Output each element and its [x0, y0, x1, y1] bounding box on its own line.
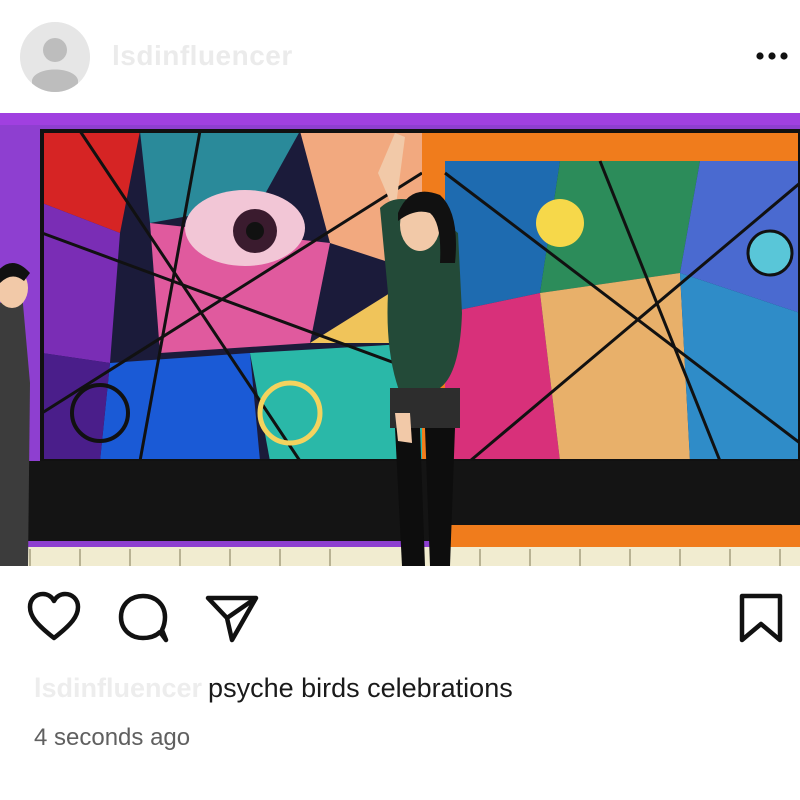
more-options-icon — [756, 52, 788, 60]
save-button[interactable] — [734, 590, 790, 646]
avatar[interactable] — [20, 22, 90, 92]
post-actions — [0, 590, 800, 654]
more-options-button[interactable] — [752, 40, 792, 72]
post-timestamp: 4 seconds ago — [34, 724, 191, 751]
post-header: lsdinfluencer — [0, 0, 800, 112]
instagram-post: lsdinfluencer lsdinfluencer psyche birds… — [0, 0, 800, 800]
like-button[interactable] — [26, 590, 82, 646]
caption-text: psyche birds celebrations — [208, 673, 513, 703]
bookmark-icon — [739, 593, 783, 643]
post-image[interactable] — [0, 113, 800, 566]
comment-icon — [118, 593, 169, 643]
post-username[interactable]: lsdinfluencer — [112, 40, 293, 72]
mural-artwork — [0, 113, 800, 566]
heart-icon — [27, 591, 81, 641]
post-caption: lsdinfluencer psyche birds celebrations — [34, 673, 513, 704]
comment-button[interactable] — [116, 590, 172, 646]
share-button[interactable] — [204, 590, 260, 646]
default-avatar-icon — [20, 22, 90, 92]
caption-username[interactable]: lsdinfluencer — [34, 673, 202, 703]
send-icon — [205, 595, 259, 643]
